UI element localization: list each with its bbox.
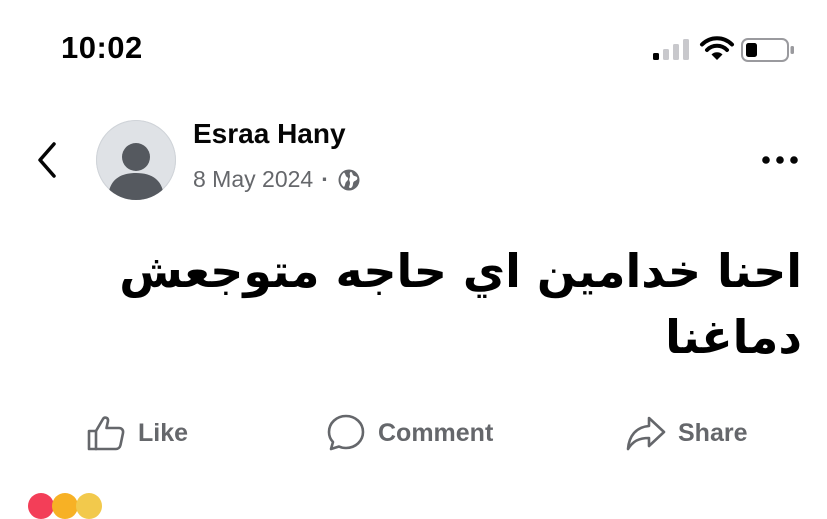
battery-icon [741,38,794,62]
reactions-summary[interactable] [0,487,827,519]
author-name[interactable]: Esraa Hany [193,118,346,150]
comment-label: Comment [378,418,494,447]
post-meta: 8 May 2024 · [193,166,361,193]
comment-button[interactable]: Comment [326,413,493,453]
status-time: 10:02 [61,30,143,65]
love-reaction-icon [28,493,54,519]
share-button[interactable]: Share [626,413,747,453]
share-arrow-icon [626,416,666,451]
post-actions: Like Comment Share [0,405,827,465]
haha-reaction-icon [52,493,78,519]
post-text: احنا خدامين اي حاجه متوجعش دماغنا [119,244,802,364]
back-button[interactable] [30,138,64,182]
like-reaction-icon [76,493,102,519]
default-profile-icon [108,143,164,200]
more-options-button[interactable] [758,147,802,171]
post-date[interactable]: 8 May 2024 [193,166,313,193]
share-label: Share [678,418,748,447]
like-label: Like [138,418,189,447]
avatar[interactable] [96,120,176,200]
cellular-signal-icon [653,39,689,60]
globe-icon[interactable] [337,168,361,192]
comment-bubble-icon [327,414,365,451]
meta-separator: · [321,166,329,192]
thumbs-up-icon [87,416,125,451]
status-bar: 10:02 [0,0,827,100]
wifi-icon [700,36,734,60]
like-button[interactable]: Like [86,413,188,453]
